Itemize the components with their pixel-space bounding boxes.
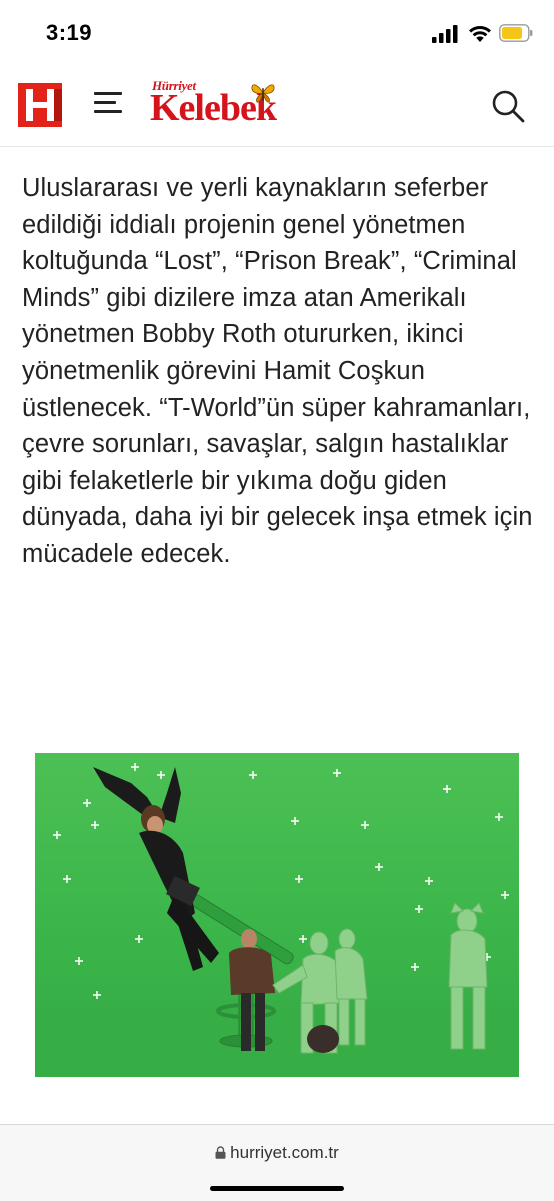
search-icon[interactable] — [490, 88, 526, 124]
url-text: hurriyet.com.tr — [230, 1143, 339, 1162]
wifi-icon — [469, 25, 491, 42]
lock-icon — [215, 1146, 226, 1159]
status-time: 3:19 — [46, 20, 93, 45]
status-bar: 3:19 — [0, 0, 554, 66]
home-indicator[interactable] — [210, 1186, 344, 1191]
kelebek-brand-logo[interactable]: Hürriyet Kelebek — [150, 78, 310, 134]
hurriyet-logo[interactable] — [18, 83, 62, 127]
butterfly-icon — [251, 84, 275, 103]
site-header: Hürriyet Kelebek — [0, 66, 554, 147]
cellular-signal-icon — [432, 25, 458, 43]
camera-bag — [307, 1025, 339, 1053]
hamburger-menu-icon[interactable] — [94, 90, 124, 116]
article-photo — [35, 753, 519, 1077]
article-paragraph: Uluslararası ve yerli kaynakların seferb… — [22, 174, 533, 568]
url-display[interactable]: hurriyet.com.tr — [0, 1143, 554, 1163]
battery-icon — [499, 24, 533, 42]
